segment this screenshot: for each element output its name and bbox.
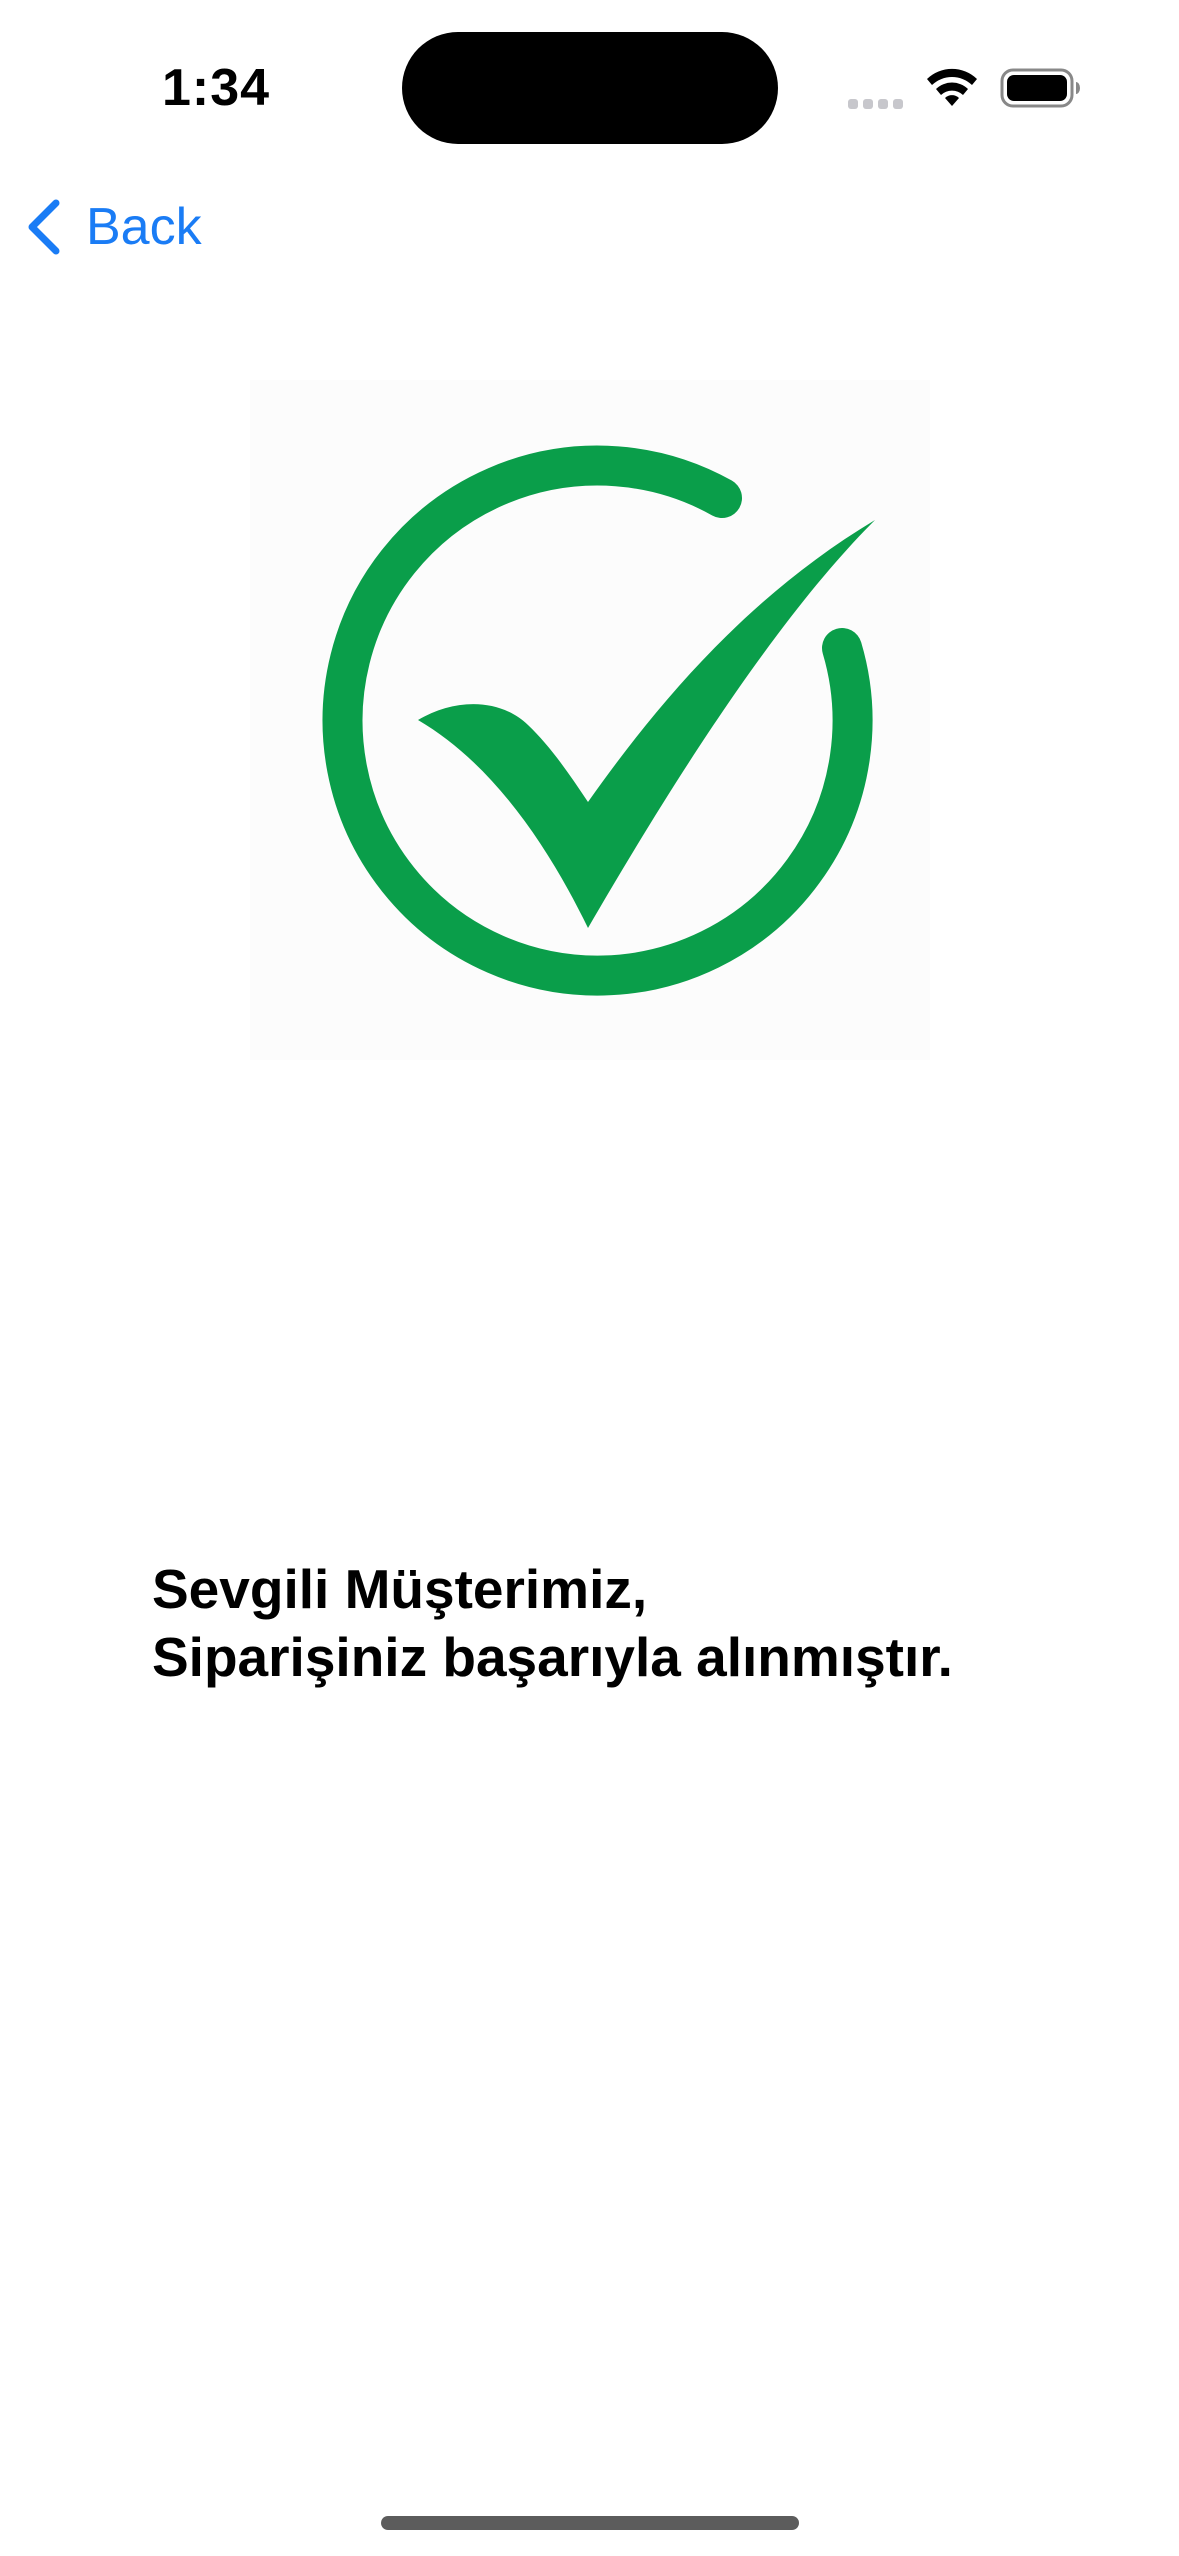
wifi-icon (927, 68, 977, 106)
success-check-image (250, 380, 930, 1060)
chevron-left-icon (28, 199, 60, 255)
order-received-text: Siparişiniz başarıyla alınmıştır. (152, 1626, 953, 1688)
back-button[interactable]: Back (24, 190, 202, 264)
greeting-text: Sevgili Müşterimiz, (152, 1558, 648, 1620)
cellular-signal-icon (848, 96, 908, 109)
back-label: Back (86, 198, 202, 256)
status-time: 1:34 (162, 59, 271, 117)
battery-icon (1000, 68, 1080, 108)
dynamic-island (402, 32, 778, 144)
home-indicator[interactable] (381, 2516, 799, 2530)
order-success-screen: 1:34 Back Sevgili Müşterimiz, Siparişini… (0, 0, 1179, 2556)
check-circle-icon (322, 445, 875, 996)
order-success-message: Sevgili Müşterimiz, Siparişiniz başarıyl… (152, 1555, 1052, 1691)
